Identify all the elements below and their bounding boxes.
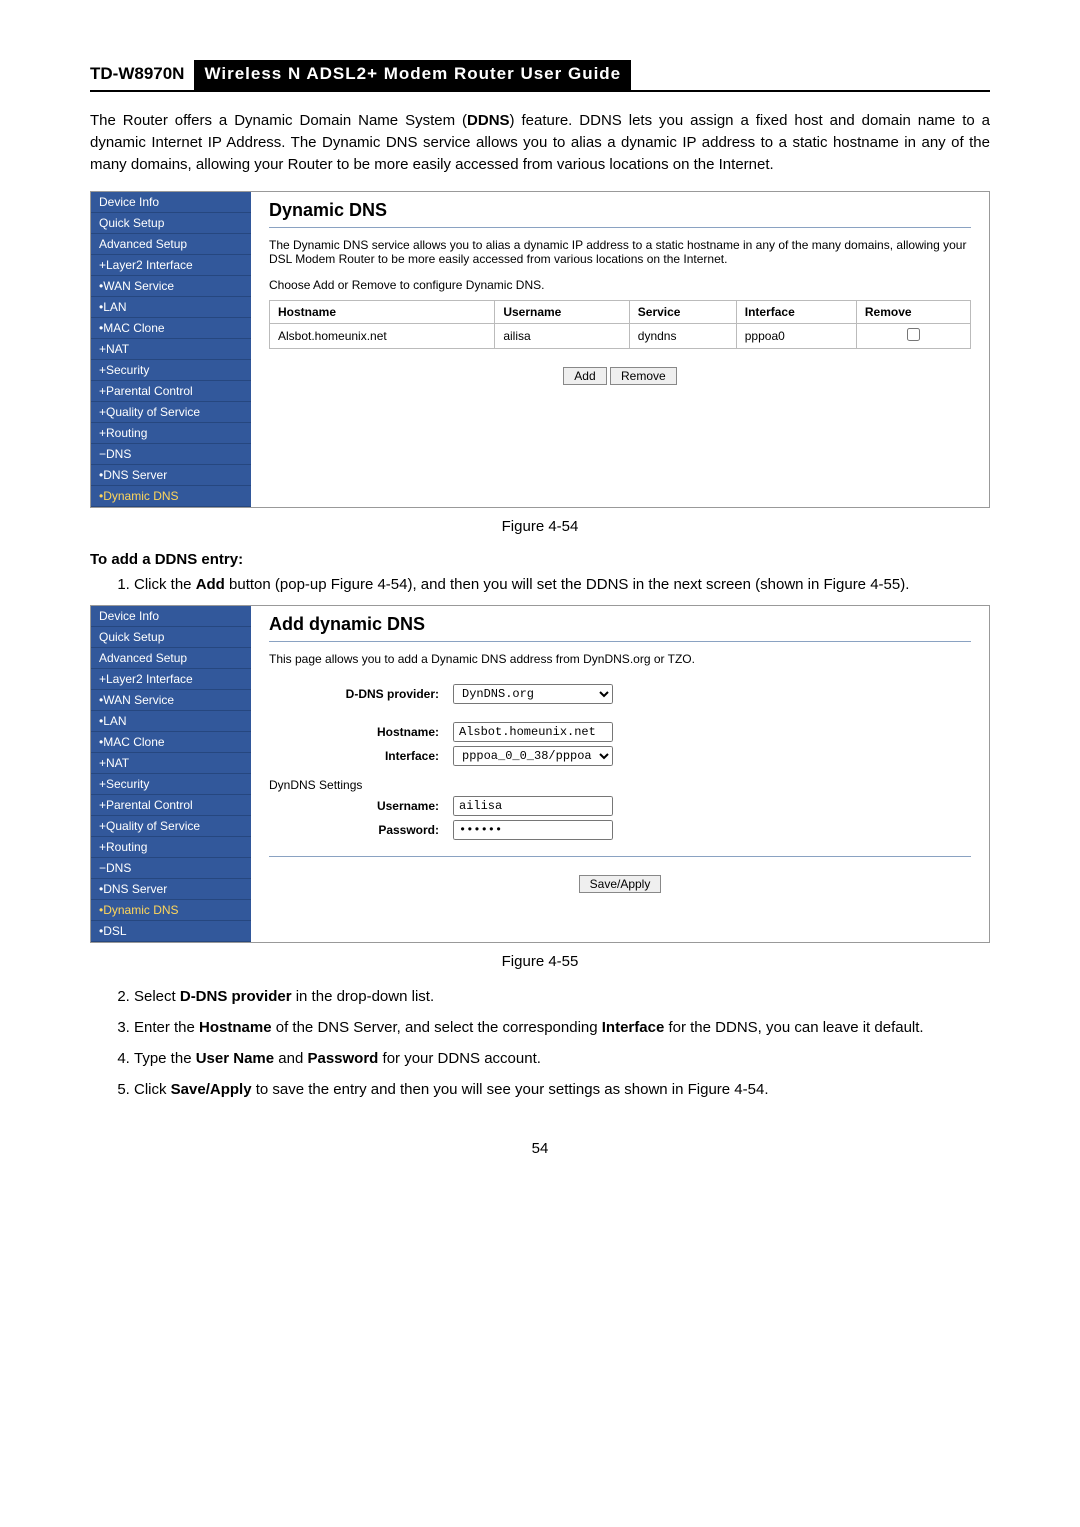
sidebar-item[interactable]: Advanced Setup xyxy=(91,234,251,255)
sidebar-item[interactable]: +Layer2 Interface xyxy=(91,669,251,690)
interface-select[interactable]: pppoa_0_0_38/pppoa0 xyxy=(453,746,613,766)
sidebar-item[interactable]: Quick Setup xyxy=(91,627,251,648)
steps-list-cont: Select D-DNS provider in the drop-down l… xyxy=(90,986,990,1100)
cell-username: ailisa xyxy=(495,324,629,349)
col-username: Username xyxy=(495,301,629,324)
step-3: Enter the Hostname of the DNS Server, an… xyxy=(134,1017,990,1038)
pane-desc: This page allows you to add a Dynamic DN… xyxy=(269,652,971,666)
figure-caption: Figure 4-55 xyxy=(90,953,990,970)
steps-list: Click the Add button (pop-up Figure 4-54… xyxy=(90,574,990,595)
row-provider: D-DNS provider: DynDNS.org xyxy=(269,684,971,704)
hostname-input[interactable] xyxy=(453,722,613,742)
sidebar-item[interactable]: Quick Setup xyxy=(91,213,251,234)
row-hostname: Hostname: xyxy=(269,722,971,742)
doc-header: TD-W8970N Wireless N ADSL2+ Modem Router… xyxy=(90,60,990,92)
sidebar-item[interactable]: •LAN xyxy=(91,711,251,732)
step-2: Select D-DNS provider in the drop-down l… xyxy=(134,986,990,1007)
label-hostname: Hostname: xyxy=(269,725,453,739)
sidebar-item[interactable]: +Quality of Service xyxy=(91,816,251,837)
step-1: Click the Add button (pop-up Figure 4-54… xyxy=(134,574,990,595)
intro-paragraph: The Router offers a Dynamic Domain Name … xyxy=(90,110,990,175)
pane-title: Add dynamic DNS xyxy=(269,614,971,635)
ddns-list-pane: Dynamic DNS The Dynamic DNS service allo… xyxy=(251,192,989,507)
password-input[interactable] xyxy=(453,820,613,840)
row-interface: Interface: pppoa_0_0_38/pppoa0 xyxy=(269,746,971,766)
button-row: Add Remove xyxy=(269,367,971,385)
intro-ddns: DDNS xyxy=(467,112,510,129)
section-heading: To add a DDNS entry: xyxy=(90,551,990,568)
figure-4-55: Device InfoQuick SetupAdvanced Setup+Lay… xyxy=(90,605,990,943)
table-row: Alsbot.homeunix.net ailisa dyndns pppoa0 xyxy=(270,324,971,349)
sidebar-item[interactable]: Advanced Setup xyxy=(91,648,251,669)
col-remove: Remove xyxy=(856,301,970,324)
sidebar-item[interactable]: +Routing xyxy=(91,837,251,858)
sidebar-item[interactable]: +Security xyxy=(91,774,251,795)
guide-title: Wireless N ADSL2+ Modem Router User Guid… xyxy=(194,60,631,90)
sidebar-item[interactable]: +Security xyxy=(91,360,251,381)
sidebar-item[interactable]: •MAC Clone xyxy=(91,732,251,753)
button-row: Save/Apply xyxy=(269,875,971,893)
divider xyxy=(269,641,971,642)
sidebar-item[interactable]: •DNS Server xyxy=(91,879,251,900)
sidebar-item[interactable]: •DSL xyxy=(91,921,251,942)
sidebar-item[interactable]: Device Info xyxy=(91,192,251,213)
cell-service: dyndns xyxy=(629,324,736,349)
col-service: Service xyxy=(629,301,736,324)
label-interface: Interface: xyxy=(269,749,453,763)
nav-sidebar: Device InfoQuick SetupAdvanced Setup+Lay… xyxy=(91,192,251,507)
nav-sidebar: Device InfoQuick SetupAdvanced Setup+Lay… xyxy=(91,606,251,942)
intro-pre: The Router offers a Dynamic Domain Name … xyxy=(90,112,467,129)
sidebar-item[interactable]: +NAT xyxy=(91,339,251,360)
sidebar-item[interactable]: Device Info xyxy=(91,606,251,627)
pane-instruction: Choose Add or Remove to configure Dynami… xyxy=(269,278,971,292)
divider xyxy=(269,856,971,857)
table-header-row: Hostname Username Service Interface Remo… xyxy=(270,301,971,324)
page-number: 54 xyxy=(90,1140,990,1157)
sidebar-item[interactable]: •Dynamic DNS xyxy=(91,900,251,921)
col-hostname: Hostname xyxy=(270,301,495,324)
cell-remove xyxy=(856,324,970,349)
sidebar-item[interactable]: −DNS xyxy=(91,858,251,879)
sidebar-item[interactable]: •WAN Service xyxy=(91,276,251,297)
dyndns-section-label: DynDNS Settings xyxy=(269,778,971,792)
sidebar-item[interactable]: •Dynamic DNS xyxy=(91,486,251,507)
step-4: Type the User Name and Password for your… xyxy=(134,1048,990,1069)
sidebar-item[interactable]: •DNS Server xyxy=(91,465,251,486)
col-interface: Interface xyxy=(736,301,856,324)
label-password: Password: xyxy=(269,823,453,837)
save-apply-button[interactable]: Save/Apply xyxy=(579,875,662,893)
sidebar-item[interactable]: +Layer2 Interface xyxy=(91,255,251,276)
ddns-table: Hostname Username Service Interface Remo… xyxy=(269,300,971,349)
row-password: Password: xyxy=(269,820,971,840)
add-ddns-pane: Add dynamic DNS This page allows you to … xyxy=(251,606,989,942)
sidebar-item[interactable]: •MAC Clone xyxy=(91,318,251,339)
username-input[interactable] xyxy=(453,796,613,816)
cell-hostname: Alsbot.homeunix.net xyxy=(270,324,495,349)
sidebar-item[interactable]: •WAN Service xyxy=(91,690,251,711)
figure-caption: Figure 4-54 xyxy=(90,518,990,535)
sidebar-item[interactable]: +Routing xyxy=(91,423,251,444)
remove-button[interactable]: Remove xyxy=(610,367,677,385)
cell-interface: pppoa0 xyxy=(736,324,856,349)
sidebar-item[interactable]: +Parental Control xyxy=(91,381,251,402)
add-button[interactable]: Add xyxy=(563,367,606,385)
pane-title: Dynamic DNS xyxy=(269,200,971,221)
label-provider: D-DNS provider: xyxy=(269,687,453,701)
row-username: Username: xyxy=(269,796,971,816)
sidebar-item[interactable]: +Parental Control xyxy=(91,795,251,816)
sidebar-item[interactable]: •LAN xyxy=(91,297,251,318)
figure-4-54: Device InfoQuick SetupAdvanced Setup+Lay… xyxy=(90,191,990,508)
provider-select[interactable]: DynDNS.org xyxy=(453,684,613,704)
remove-checkbox[interactable] xyxy=(907,328,920,341)
pane-desc: The Dynamic DNS service allows you to al… xyxy=(269,238,971,266)
label-username: Username: xyxy=(269,799,453,813)
sidebar-item[interactable]: −DNS xyxy=(91,444,251,465)
step-5: Click Save/Apply to save the entry and t… xyxy=(134,1079,990,1100)
divider xyxy=(269,227,971,228)
sidebar-item[interactable]: +NAT xyxy=(91,753,251,774)
model-number: TD-W8970N xyxy=(90,60,194,90)
sidebar-item[interactable]: +Quality of Service xyxy=(91,402,251,423)
